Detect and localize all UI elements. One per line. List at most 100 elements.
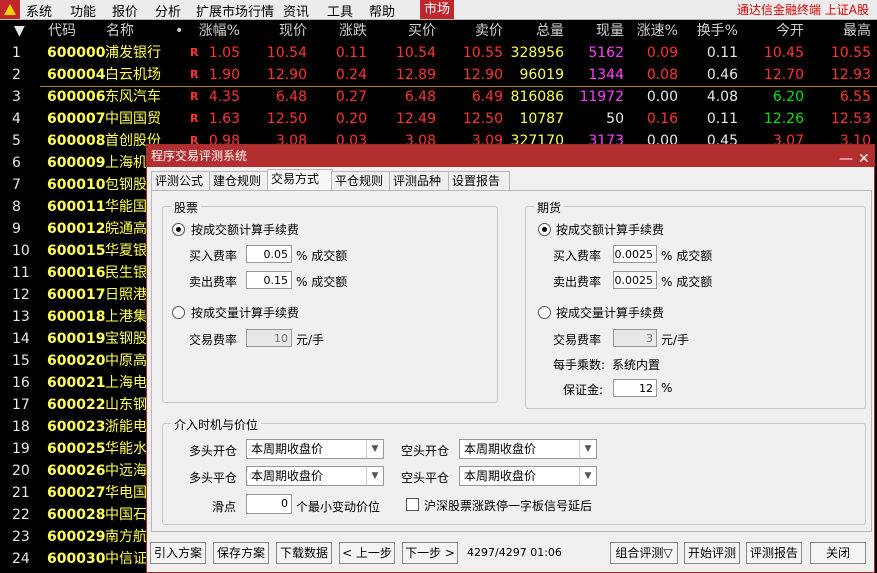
menu-info[interactable]: 资讯 [283,1,309,20]
menu-help[interactable]: 帮助 [369,1,395,20]
stock-amount-radio[interactable] [172,223,185,236]
futures-margin-input[interactable]: 12 [613,379,657,397]
cell-bid: 10.54 [395,45,436,61]
col-name[interactable]: 名称 [106,20,134,42]
row-index: 17 [12,397,30,413]
sort-arrow-icon[interactable]: ▼ [14,20,25,42]
menu-ext-market[interactable]: 扩展市场行情 [196,1,274,20]
stock-sell-rate-input[interactable]: 0.15 [246,271,292,289]
col-bid[interactable]: 买价 [408,20,436,42]
stock-volume-radio[interactable] [172,306,185,319]
stock-buy-label: 买入费率 [189,249,238,263]
menu-tools[interactable]: 工具 [327,1,353,20]
quote-header: ▼ 代码 名称 • 涨幅% 现价 涨跌 买价 卖价 总量 现量 涨速% 换手% … [0,20,877,42]
cell-bid: 6.48 [404,89,436,105]
menu-analysis[interactable]: 分析 [155,1,181,20]
row-index: 23 [12,529,30,545]
stock-code: 600028 [47,507,106,523]
futures-buy-unit: % 成交额 [661,249,713,263]
tab-close-rules[interactable]: 平仓规则 [331,171,393,190]
short-open-label: 空头开仓 [401,444,450,458]
col-chg-pct[interactable]: 涨幅% [199,20,240,42]
cell-cur-vol: 1344 [588,67,624,83]
stock-code: 600025 [47,441,106,457]
col-price[interactable]: 现价 [279,20,307,42]
cell-vol: 328956 [510,45,564,61]
combo-test-button[interactable]: 组合评测▽ [610,542,678,564]
row-index: 2 [12,67,21,83]
test-report-button[interactable]: 评测报告 [746,542,802,564]
import-plan-button[interactable]: 引入方案 [150,542,206,564]
long-open-select[interactable]: 本周期收盘价 ▼ [246,439,384,459]
col-chg[interactable]: 涨跌 [339,20,367,42]
prev-step-button[interactable]: < 上一步 [339,542,395,564]
col-high[interactable]: 最高 [843,20,871,42]
minimize-icon[interactable]: — [839,148,853,170]
col-speed[interactable]: 涨速% [637,20,678,42]
cell-vol: 10787 [519,111,564,127]
table-row[interactable]: 1 600000 浦发银行 R 1.05 10.54 0.11 10.54 10.55 32895… [0,42,877,64]
tab-trade-mode[interactable]: 交易方式 [267,169,333,191]
short-open-select[interactable]: 本周期收盘价 ▼ [459,439,597,459]
table-row[interactable]: 2 600004 白云机场 R 1.90 12.90 0.24 12.89 12.90 96019… [0,64,877,86]
menu-system[interactable]: 系统 [26,1,52,20]
cell-ask: 12.90 [462,67,503,83]
close-button[interactable]: 关闭 [810,542,866,564]
app-logo-icon[interactable] [0,0,20,19]
table-row[interactable]: 3 600006 东风汽车 R 4.35 6.48 0.27 6.48 6.49 816086 11… [0,86,877,108]
stock-buy-rate-input[interactable]: 0.05 [246,245,292,263]
row-index: 1 [12,45,21,61]
col-vol[interactable]: 总量 [536,20,564,42]
stock-code: 600021 [47,375,106,391]
stock-code: 600020 [47,353,106,369]
stock-name: 日照港 [105,287,147,303]
market-tab[interactable]: 市场 [420,0,454,19]
tab-report-settings[interactable]: 设置报告 [448,171,510,190]
cell-turn: 4.08 [706,89,738,105]
row-index: 8 [12,199,21,215]
close-icon[interactable]: ✕ [858,148,870,170]
cell-price: 12.90 [266,67,307,83]
row-index: 5 [12,133,21,149]
row-index: 6 [12,155,21,171]
cell-chg: 0.20 [335,111,367,127]
limit-delay-checkbox[interactable] [406,498,419,511]
col-code[interactable]: 代码 [48,20,76,42]
slippage-input[interactable]: 0 [246,494,292,514]
cell-chg-pct: 1.05 [208,45,240,61]
col-flag: • [175,23,184,39]
stock-name: 东风汽车 [105,89,161,105]
menu-quote[interactable]: 报价 [112,1,138,20]
col-turn[interactable]: 换手% [697,20,738,42]
futures-buy-rate-input[interactable]: 0.0025 [613,245,657,263]
start-test-button[interactable]: 开始评测 [684,542,740,564]
stock-sell-label: 卖出费率 [189,275,238,289]
futures-sell-rate-input[interactable]: 0.0025 [613,271,657,289]
next-step-button[interactable]: 下一步 > [402,542,458,564]
short-close-select[interactable]: 本周期收盘价 ▼ [459,466,597,486]
futures-fee-unit: 元/手 [661,333,690,347]
stock-code: 600026 [47,463,106,479]
futures-volume-radio[interactable] [538,306,551,319]
cell-turn: 0.46 [706,67,738,83]
dialog-title-bar[interactable]: 程序交易评测系统 — ✕ [147,145,874,167]
chevron-down-icon: ▼ [366,440,383,458]
cell-open: 12.70 [763,67,804,83]
tab-formula[interactable]: 评测公式 [151,171,213,190]
tab-open-rules[interactable]: 建仓规则 [209,171,271,190]
slippage-unit: 个最小变动价位 [296,500,381,514]
save-plan-button[interactable]: 保存方案 [213,542,269,564]
col-open[interactable]: 今开 [776,20,804,42]
table-row[interactable]: 4 600007 中国国贸 R 1.63 12.50 0.20 12.49 12.50 10787… [0,108,877,130]
download-data-button[interactable]: 下载数据 [276,542,332,564]
col-ask[interactable]: 卖价 [475,20,503,42]
futures-amount-radio[interactable] [538,223,551,236]
col-cur-vol[interactable]: 现量 [596,20,624,42]
long-close-select[interactable]: 本周期收盘价 ▼ [246,466,384,486]
stock-code: 600000 [47,45,106,61]
row-index: 9 [12,221,21,237]
tab-instruments[interactable]: 评测品种 [389,171,451,190]
stock-name: 浦发银行 [105,45,161,61]
stock-code: 600023 [47,419,106,435]
menu-function[interactable]: 功能 [70,1,96,20]
